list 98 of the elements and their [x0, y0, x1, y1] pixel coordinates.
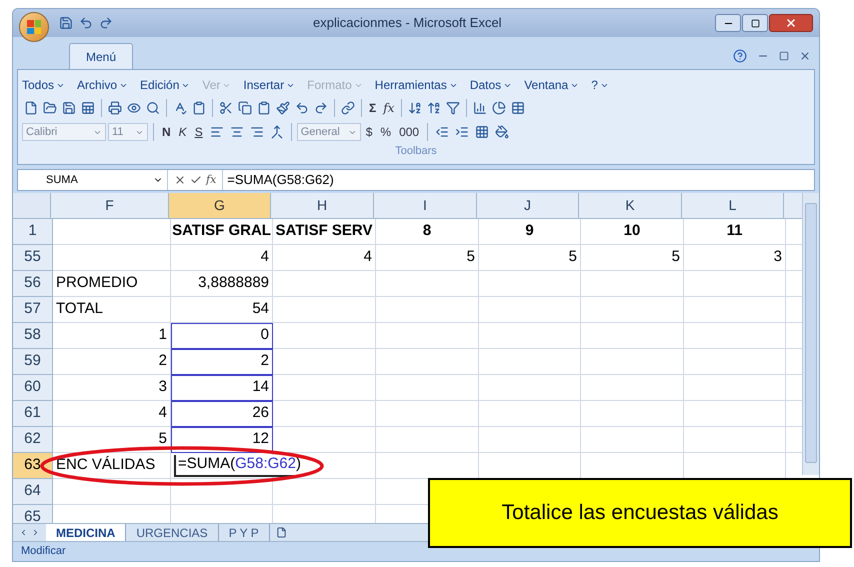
sheet-tab[interactable]: MEDICINA — [46, 524, 126, 541]
ribbon-tab[interactable]: Menú — [69, 43, 134, 69]
table-cell: 3 — [684, 245, 786, 271]
table-cell: 5 — [479, 245, 581, 271]
table-cell: 5 — [581, 245, 684, 271]
function-button[interactable]: fx — [380, 99, 398, 117]
link-icon[interactable] — [339, 99, 357, 117]
column-header[interactable]: H — [271, 193, 374, 218]
menu-item[interactable]: Edición — [140, 76, 190, 94]
italic-button[interactable]: K — [176, 123, 190, 141]
row-header[interactable]: 58 — [13, 323, 53, 349]
name-box[interactable]: SUMA — [18, 170, 168, 190]
table-cell: TOTAL — [53, 297, 171, 323]
table-cell: 1 — [53, 323, 171, 349]
vertical-scrollbar[interactable] — [802, 193, 819, 475]
row-header[interactable]: 61 — [13, 401, 53, 427]
table-cell: 2 — [53, 349, 171, 375]
table-cell: 3 — [53, 375, 171, 401]
search-icon[interactable] — [144, 99, 162, 117]
table-cell: 54 — [171, 297, 273, 323]
percent-button[interactable]: % — [377, 123, 394, 141]
row-header[interactable]: 63 — [13, 453, 53, 479]
group-label: Toolbars — [394, 144, 438, 158]
fill-icon[interactable] — [493, 123, 512, 141]
save-icon[interactable] — [57, 14, 75, 32]
table-cell: 12 — [171, 427, 273, 453]
callout-box: Totalice las encuestas válidas — [428, 478, 852, 548]
column-header[interactable]: G — [169, 193, 271, 218]
save-icon[interactable] — [60, 99, 78, 117]
brush-icon[interactable] — [274, 99, 292, 117]
previous-sheet-icon — [19, 528, 28, 537]
row-header[interactable]: 60 — [13, 375, 53, 401]
row-header[interactable]: 55 — [13, 245, 53, 271]
menu-item[interactable]: Todos — [22, 76, 66, 94]
next-sheet-icon — [31, 528, 40, 537]
maximize-icon — [750, 18, 760, 28]
table-cell: SATISF GRAL — [171, 219, 273, 245]
spreadsheet-icon[interactable] — [79, 99, 97, 117]
office-logo-icon[interactable] — [19, 12, 49, 42]
table-cell: 11 — [684, 219, 786, 245]
table-cell: 10 — [581, 219, 684, 245]
table-cell: 2 — [171, 349, 273, 375]
menu-item[interactable]: ? — [591, 76, 609, 94]
table-cell: 5 — [53, 427, 171, 453]
bold-button[interactable]: N — [159, 123, 174, 141]
currency-button[interactable]: $ — [362, 123, 376, 141]
table-cell: 9 — [479, 219, 581, 245]
table-cell: PROMEDIO — [53, 271, 171, 297]
row-header[interactable]: 59 — [13, 349, 53, 375]
column-header[interactable]: K — [579, 193, 682, 218]
table-cell: 4 — [273, 245, 376, 271]
menu-item[interactable]: Ventana — [524, 76, 580, 94]
table-cell: ENC VÁLIDAS — [53, 453, 171, 479]
restore-icon[interactable] — [779, 51, 789, 61]
sum-button[interactable]: Σ — [366, 99, 380, 117]
table-cell: 3,8888889 — [171, 271, 273, 297]
insert-function-button[interactable]: fx — [206, 172, 216, 188]
column-header[interactable]: I — [374, 193, 477, 218]
table-cell: 14 — [171, 375, 273, 401]
table-cell: 4 — [53, 401, 171, 427]
maximize-button[interactable] — [742, 14, 768, 32]
help-icon[interactable] — [733, 49, 747, 63]
close-icon — [785, 17, 797, 29]
formula-text: =SUMA( — [178, 454, 236, 474]
menu-item[interactable]: Insertar — [243, 76, 296, 94]
table-cell: 8 — [376, 219, 479, 245]
menu-item[interactable]: Herramientas — [374, 76, 458, 94]
printer-icon[interactable] — [106, 99, 124, 117]
status-text: Modificar — [20, 544, 67, 560]
row-header[interactable]: 65 — [13, 505, 53, 523]
row-header[interactable]: 1 — [13, 219, 53, 245]
enter-icon[interactable] — [190, 174, 202, 186]
column-header[interactable]: L — [682, 193, 784, 218]
row-header[interactable]: 57 — [13, 297, 53, 323]
table-cell: 0 — [171, 323, 273, 349]
row-header[interactable]: 56 — [13, 271, 53, 297]
formula-text: G58:G62 — [235, 454, 296, 474]
cancel-icon[interactable] — [174, 174, 186, 186]
copy-icon[interactable] — [236, 99, 254, 117]
pie-chart-icon[interactable] — [490, 99, 508, 117]
formula-field[interactable]: =SUMA(G58:G62) — [222, 170, 814, 190]
window-title: explicacionmes - Microsoft Excel — [313, 14, 502, 32]
table-cell: 26 — [171, 401, 273, 427]
thousands-button[interactable]: 000 — [396, 123, 422, 141]
underline-button[interactable]: S — [192, 123, 206, 141]
table-cell: 5 — [376, 245, 479, 271]
close-icon[interactable] — [799, 50, 811, 62]
menu-item[interactable]: Archivo — [77, 76, 128, 94]
formula-text: ) — [296, 454, 301, 474]
close-button[interactable] — [769, 14, 813, 32]
table-cell: SATISF SERV — [273, 219, 376, 245]
cell-editor[interactable]: =SUMA(G58:G62) — [174, 454, 301, 476]
table-cell: 4 — [171, 245, 273, 271]
filter-icon[interactable] — [444, 99, 462, 117]
column-header[interactable]: J — [477, 193, 579, 218]
row-header[interactable]: 64 — [13, 479, 53, 505]
menu-item[interactable]: Datos — [470, 76, 512, 94]
row-header[interactable]: 62 — [13, 427, 53, 453]
